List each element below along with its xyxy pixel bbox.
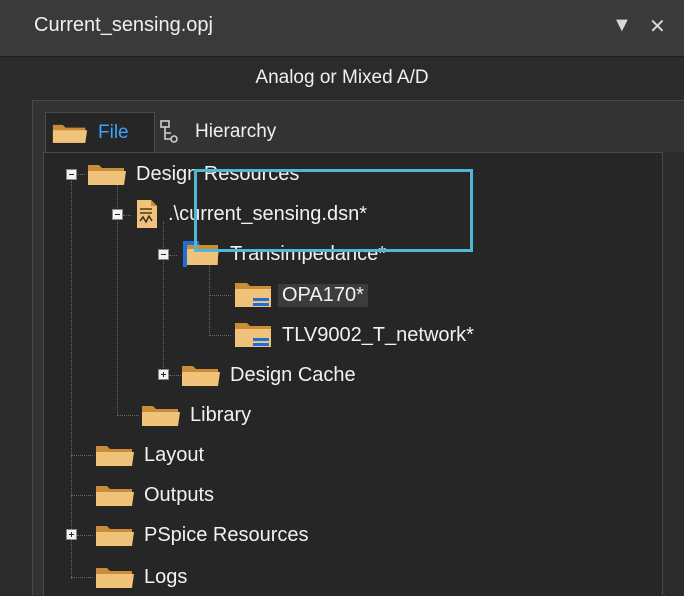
tree-item-pspice-resources[interactable]: PSpice Resources xyxy=(95,520,309,550)
tree-item-logs[interactable]: Logs xyxy=(95,562,187,592)
tree-item-library[interactable]: Library xyxy=(141,400,251,430)
highlight-box xyxy=(194,169,473,252)
tab-hierarchy[interactable]: Hierarchy xyxy=(159,112,276,152)
mode-bar: Analog or Mixed A/D xyxy=(0,57,684,97)
tree-line xyxy=(117,415,139,416)
tree-item-label: Design Cache xyxy=(230,363,356,386)
tree-line xyxy=(123,215,131,216)
tree-item-label: Logs xyxy=(144,565,188,588)
collapse-toggle-design-file[interactable] xyxy=(112,209,123,220)
tree-item-label: OPA170* xyxy=(278,283,368,307)
folder-icon xyxy=(95,564,135,590)
tree-line xyxy=(169,375,181,376)
folder-icon xyxy=(181,362,221,388)
folder-icon xyxy=(87,161,127,187)
collapse-toggle-schematic[interactable] xyxy=(158,249,169,260)
tree-item-design-cache[interactable]: Design Cache xyxy=(181,360,356,390)
schematic-page-icon xyxy=(233,280,273,310)
tree-line xyxy=(209,335,231,336)
tree-line xyxy=(163,221,164,374)
tab-file-label: File xyxy=(98,121,129,143)
tree-item-label: TLV9002_T_network* xyxy=(282,323,474,346)
expand-toggle-pspice-resources[interactable] xyxy=(66,529,77,540)
panel-titlebar: Current_sensing.opj ▼ ✕ xyxy=(0,0,684,57)
tab-hierarchy-label: Hierarchy xyxy=(195,121,277,142)
design-file-icon xyxy=(135,199,159,229)
tree-item-label: Library xyxy=(190,403,252,426)
tree-item-page-opa170[interactable]: OPA170* xyxy=(233,280,368,310)
tree-line xyxy=(71,455,93,456)
tree-item-label: PSpice Resources xyxy=(144,523,309,546)
collapse-toggle-design-resources[interactable] xyxy=(66,169,77,180)
schematic-page-icon xyxy=(233,320,273,350)
design-mode-label: Analog or Mixed A/D xyxy=(255,67,429,88)
hierarchy-icon xyxy=(159,119,185,145)
tab-strip: File Hierarchy xyxy=(33,101,684,153)
tree-line xyxy=(71,495,93,496)
project-title: Current_sensing.opj xyxy=(34,14,213,36)
folder-icon xyxy=(95,482,135,508)
tree-item-layout[interactable]: Layout xyxy=(95,440,204,470)
tree-line xyxy=(71,181,72,579)
tree-item-label: Outputs xyxy=(144,483,215,506)
tree-line xyxy=(71,577,93,578)
tree-line xyxy=(209,261,210,334)
tree-line xyxy=(209,295,231,296)
expand-toggle-design-cache[interactable] xyxy=(158,369,169,380)
folder-icon xyxy=(95,442,135,468)
tree-scroll-edge xyxy=(662,152,684,595)
tree-item-label: Layout xyxy=(144,443,205,466)
folder-icon xyxy=(141,402,181,428)
folder-icon xyxy=(52,121,88,145)
close-icon[interactable]: ✕ xyxy=(649,14,666,39)
tree-item-page-tlv9002[interactable]: TLV9002_T_network* xyxy=(233,320,474,350)
dropdown-arrow-icon[interactable]: ▼ xyxy=(612,14,632,37)
tree-line xyxy=(169,255,177,256)
tree-line xyxy=(77,535,93,536)
folder-icon xyxy=(95,522,135,548)
tree-item-outputs[interactable]: Outputs xyxy=(95,480,214,510)
tab-file[interactable]: File xyxy=(45,112,155,152)
